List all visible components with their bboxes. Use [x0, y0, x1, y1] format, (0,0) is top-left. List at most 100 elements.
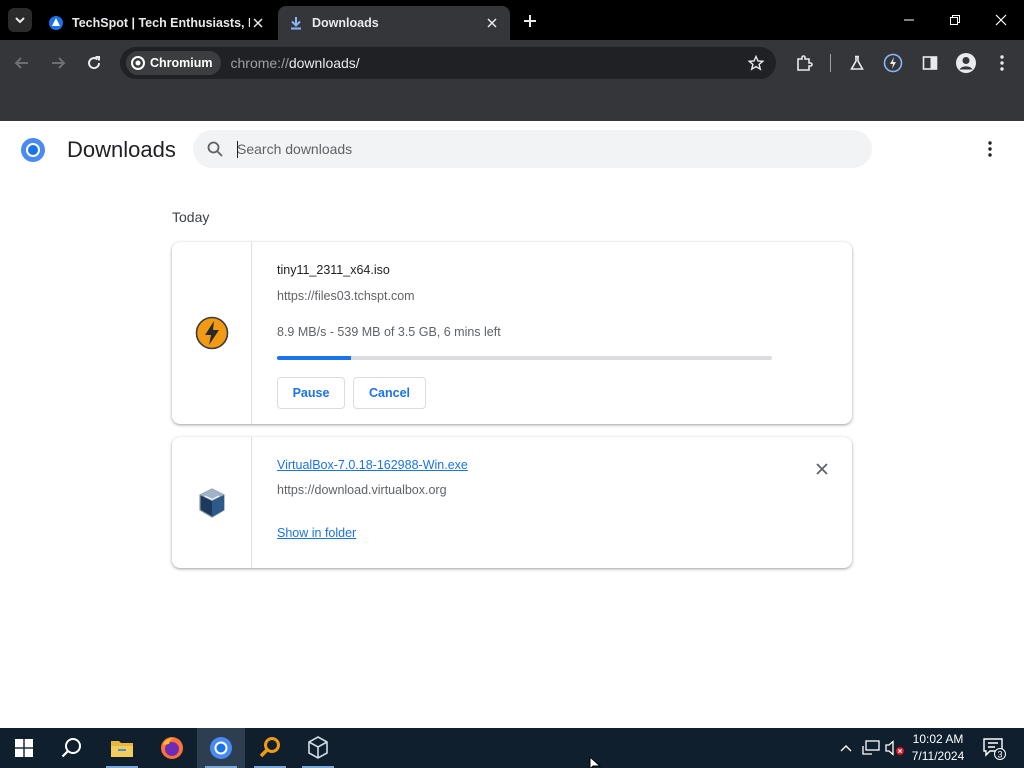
remove-from-list-button[interactable] — [812, 459, 832, 479]
address-bar[interactable]: Chromium chrome://downloads/ — [120, 47, 776, 79]
url-text[interactable]: chrome://downloads/ — [231, 55, 360, 71]
close-window-button[interactable] — [978, 0, 1024, 40]
notification-icon: 3 — [983, 738, 1006, 760]
mouse-cursor — [589, 755, 602, 768]
search-icon — [206, 140, 224, 158]
reload-icon — [88, 56, 101, 70]
browser-toolbar: Chromium chrome://downloads/ — [0, 40, 1024, 86]
download-item: tiny11_2311_x64.iso https://files03.tchs… — [172, 242, 852, 424]
reload-button[interactable] — [82, 51, 106, 75]
date-section-label: Today — [172, 209, 210, 225]
url-path: downloads/ — [288, 55, 360, 71]
file-explorer-icon — [111, 741, 133, 757]
page-menu-button[interactable] — [980, 139, 1000, 159]
virtualbox-cube-icon — [198, 487, 225, 518]
techspot-favicon-icon — [48, 15, 64, 31]
file-icon-column — [172, 242, 252, 424]
search-input[interactable] — [237, 141, 837, 157]
taskbar-firefox[interactable] — [148, 728, 196, 768]
bookmark-star-button[interactable] — [746, 53, 766, 73]
close-icon — [995, 14, 1007, 26]
close-icon — [816, 463, 828, 475]
download-progress-bar — [277, 356, 772, 360]
minimize-icon — [904, 19, 914, 21]
search-icon — [61, 738, 81, 758]
tab-close-icon[interactable] — [484, 15, 500, 31]
profile-extension-button[interactable] — [882, 52, 904, 74]
extensions-button[interactable] — [793, 52, 815, 74]
magnifier-app-icon — [259, 737, 280, 758]
chromium-logo-icon — [20, 137, 46, 163]
download-source-url: https://files03.tchspt.com — [277, 289, 415, 303]
notification-count: 3 — [997, 750, 1002, 760]
download-favicon-icon — [288, 15, 304, 31]
new-tab-button[interactable] — [519, 10, 541, 32]
back-button[interactable] — [10, 51, 34, 75]
clock-time: 10:02 AM — [912, 732, 964, 746]
taskbar-search-button[interactable] — [48, 728, 96, 768]
taskbar-file-explorer[interactable] — [98, 728, 146, 768]
profile-button[interactable] — [955, 52, 977, 74]
chevron-down-icon — [15, 17, 25, 24]
clock-date: 7/11/2024 — [911, 749, 965, 763]
flask-icon — [850, 55, 864, 70]
site-info-chip[interactable]: Chromium — [126, 51, 221, 75]
browser-menu-button[interactable] — [991, 52, 1013, 74]
network-icon — [862, 740, 880, 755]
extension-badge-icon — [883, 53, 903, 73]
chip-label: Chromium — [150, 56, 213, 70]
show-hidden-icons-button[interactable] — [836, 738, 856, 758]
download-item: VirtualBox-7.0.18-162988-Win.exe https:/… — [172, 437, 852, 568]
cancel-button[interactable]: Cancel — [353, 377, 426, 409]
tab-search-button[interactable] — [8, 8, 32, 32]
side-panel-button[interactable] — [919, 52, 941, 74]
restore-button[interactable] — [932, 0, 978, 40]
volume-tray-button[interactable] — [885, 738, 905, 758]
arrow-left-icon — [14, 57, 28, 69]
network-tray-button[interactable] — [861, 738, 881, 758]
kebab-menu-icon — [1000, 55, 1004, 71]
restore-icon — [950, 15, 960, 25]
lightning-bolt-icon — [195, 316, 228, 350]
avatar-icon — [956, 53, 976, 73]
start-button[interactable] — [0, 728, 48, 768]
arrow-right-icon — [52, 57, 66, 69]
virtualbox-icon — [308, 736, 328, 759]
search-bar[interactable] — [193, 130, 872, 168]
star-icon — [748, 55, 764, 71]
show-in-folder-link[interactable]: Show in folder — [277, 526, 356, 540]
side-panel-icon — [922, 56, 938, 70]
plus-icon — [524, 15, 536, 27]
taskbar-virtualbox[interactable] — [294, 728, 342, 768]
firefox-icon — [161, 737, 183, 759]
download-filename-link[interactable]: VirtualBox-7.0.18-162988-Win.exe — [277, 458, 468, 472]
windows-logo-icon — [15, 739, 33, 757]
taskbar-clock[interactable]: 10:02 AM 7/11/2024 — [906, 731, 970, 765]
taskbar-chromium[interactable] — [197, 728, 245, 768]
kebab-menu-icon — [988, 141, 992, 157]
forward-button[interactable] — [46, 51, 70, 75]
download-source-url: https://download.virtualbox.org — [277, 483, 447, 497]
tab-title: Downloads — [312, 16, 379, 30]
taskbar-search-app[interactable] — [246, 728, 294, 768]
pause-button[interactable]: Pause — [277, 377, 345, 409]
tab-strip: TechSpot | Tech Enthusiasts, Po Download… — [0, 0, 1024, 40]
page-title: Downloads — [67, 137, 176, 162]
tab-downloads[interactable]: Downloads — [278, 6, 510, 40]
labs-button[interactable] — [846, 52, 868, 74]
tab-techspot[interactable]: TechSpot | Tech Enthusiasts, Po — [38, 6, 276, 40]
toolbar-divider — [830, 54, 831, 72]
progress-fill — [277, 356, 352, 360]
text-caret — [237, 141, 238, 158]
minimize-button[interactable] — [886, 0, 932, 40]
download-filename: tiny11_2311_x64.iso — [277, 263, 390, 277]
windows-taskbar: 10:02 AM 7/11/2024 3 — [0, 728, 1024, 768]
url-scheme: chrome:// — [230, 55, 289, 71]
action-center-button[interactable]: 3 — [982, 736, 1006, 760]
chromium-icon — [210, 737, 232, 759]
file-icon-column — [172, 437, 252, 568]
chevron-up-icon — [840, 745, 852, 752]
tab-close-icon[interactable] — [250, 15, 266, 31]
volume-muted-icon — [885, 740, 904, 756]
downloads-page: Downloads Today tiny11_2311_x64.iso http… — [0, 121, 1024, 728]
